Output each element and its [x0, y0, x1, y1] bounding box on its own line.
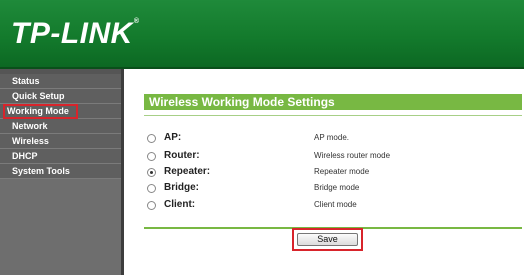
- option-repeater: Repeater: Repeater mode: [144, 166, 514, 182]
- registered-mark: ®: [133, 18, 140, 25]
- sidebar-item-label: DHCP: [12, 151, 38, 161]
- sidebar-item-label: Wireless: [12, 136, 49, 146]
- sidebar-item-dhcp[interactable]: DHCP: [0, 149, 121, 164]
- radio-router[interactable]: [147, 152, 156, 161]
- page-title: Wireless Working Mode Settings: [144, 94, 522, 110]
- sidebar-item-label: Working Mode: [3, 104, 78, 119]
- option-label: Bridge:: [164, 182, 199, 193]
- title-divider: [144, 115, 522, 116]
- save-button[interactable]: Save: [297, 233, 358, 246]
- save-highlight: Save: [292, 228, 363, 251]
- option-client: Client: Client mode: [144, 199, 514, 215]
- sidebar-item-label: Network: [12, 121, 48, 131]
- sidebar-item-wireless[interactable]: Wireless: [0, 134, 121, 149]
- option-label: Client:: [164, 199, 196, 210]
- radio-repeater[interactable]: [147, 168, 156, 177]
- sidebar-item-status[interactable]: Status: [0, 74, 121, 89]
- header-banner: TP-LINK®: [0, 0, 524, 69]
- logo-text: TP-LINK: [11, 17, 133, 50]
- sidebar-menu: Status Quick Setup Working Mode Network …: [0, 69, 121, 275]
- sidebar-item-quick-setup[interactable]: Quick Setup: [0, 89, 121, 104]
- option-description: AP mode.: [314, 133, 349, 142]
- tp-link-logo: TP-LINK®: [11, 17, 140, 51]
- main-content: Wireless Working Mode Settings AP: AP mo…: [124, 69, 524, 275]
- radio-ap[interactable]: [147, 134, 156, 143]
- option-description: Repeater mode: [314, 167, 370, 176]
- option-description: Bridge mode: [314, 183, 360, 192]
- option-label: Repeater:: [164, 166, 211, 177]
- sidebar-item-label: Status: [12, 76, 40, 86]
- option-router: Router: Wireless router mode: [144, 150, 514, 166]
- option-label: AP:: [164, 132, 182, 143]
- option-bridge: Bridge: Bridge mode: [144, 182, 514, 198]
- sidebar-item-network[interactable]: Network: [0, 119, 121, 134]
- sidebar-item-working-mode[interactable]: Working Mode: [0, 104, 121, 119]
- option-description: Wireless router mode: [314, 151, 391, 160]
- option-label: Router:: [164, 150, 200, 161]
- sidebar-item-system-tools[interactable]: System Tools: [0, 164, 121, 179]
- sidebar-item-label: Quick Setup: [12, 91, 65, 101]
- radio-client[interactable]: [147, 201, 156, 210]
- sidebar-item-label: System Tools: [12, 166, 70, 176]
- option-ap: AP: AP mode.: [144, 132, 514, 148]
- radio-bridge[interactable]: [147, 184, 156, 193]
- option-description: Client mode: [314, 200, 357, 209]
